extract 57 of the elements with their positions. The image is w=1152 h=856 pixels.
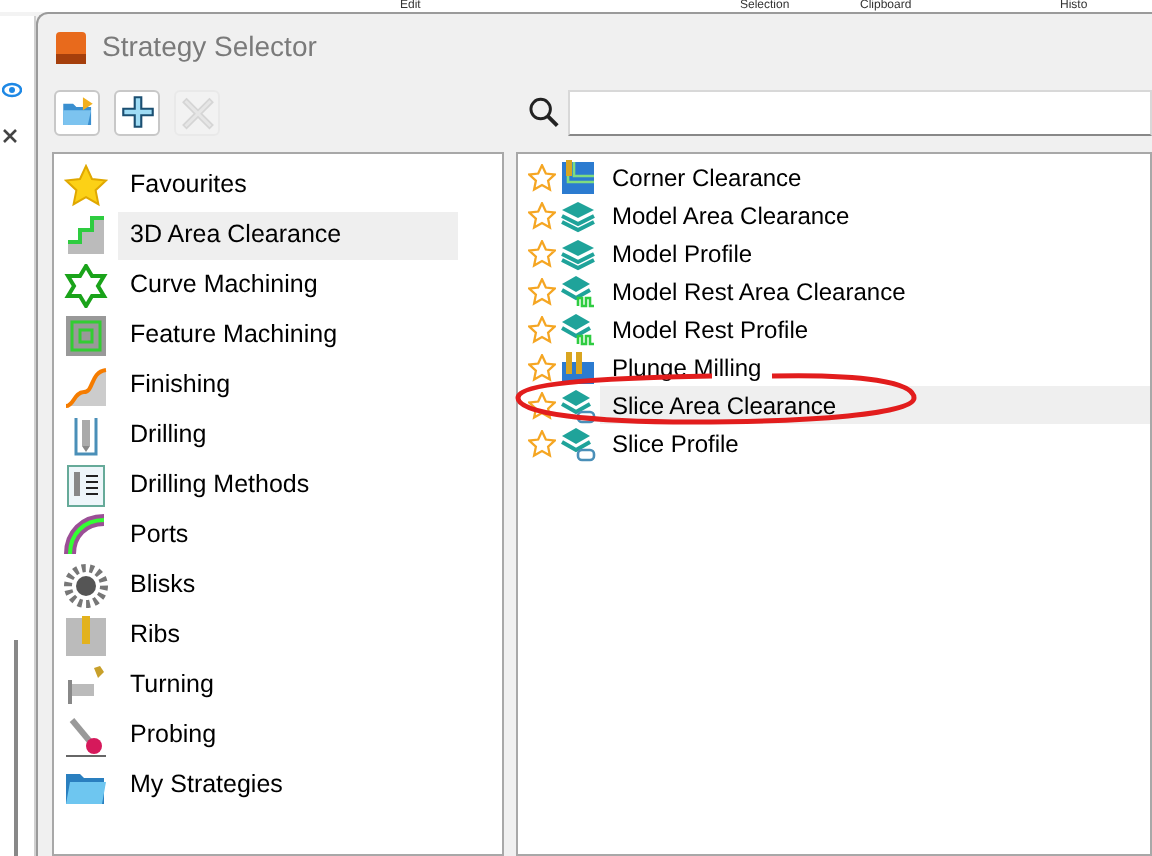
strategy-item[interactable]: Model Rest Area Clearance: [600, 272, 1150, 310]
rib-slot-icon: [64, 613, 108, 657]
square-pocket-icon: [64, 313, 108, 357]
open-button[interactable]: [54, 89, 100, 135]
layers-icon: [560, 197, 596, 233]
cross-icon: [179, 94, 215, 130]
lathe-tool-icon: [64, 663, 108, 707]
layers-icon: [560, 387, 596, 423]
category-item[interactable]: Ribs: [118, 611, 458, 659]
favourite-star-icon[interactable]: [528, 429, 556, 457]
add-button[interactable]: [114, 89, 160, 135]
strategy-item[interactable]: Slice Area Clearance: [600, 386, 1150, 424]
star-outline-icon: [64, 263, 108, 307]
favourite-star-icon[interactable]: [528, 315, 556, 343]
folder-icon: [59, 94, 95, 130]
app-logo-icon: [56, 31, 86, 63]
category-item[interactable]: My Strategies: [118, 761, 458, 809]
scrollbar[interactable]: [14, 640, 18, 856]
pipe-bend-icon: [64, 513, 108, 557]
strategy-item[interactable]: Model Rest Profile: [600, 310, 1150, 348]
layers-icon: [560, 311, 596, 347]
strategy-item[interactable]: Model Profile: [600, 234, 1150, 272]
favourite-star-icon[interactable]: [528, 163, 556, 191]
category-item[interactable]: 3D Area Clearance: [118, 211, 458, 259]
category-item[interactable]: Curve Machining: [118, 261, 458, 309]
drill-list-icon: [64, 463, 108, 507]
favourite-star-icon[interactable]: [528, 391, 556, 419]
layers-icon: [560, 425, 596, 461]
eye-icon[interactable]: [2, 82, 22, 98]
favourite-star-icon[interactable]: [528, 239, 556, 267]
strategy-item[interactable]: Slice Profile: [600, 424, 1150, 462]
star-icon: [64, 163, 108, 207]
category-item[interactable]: Finishing: [118, 361, 458, 409]
category-item[interactable]: Probing: [118, 711, 458, 759]
category-item[interactable]: Drilling Methods: [118, 461, 458, 509]
window-title: Strategy Selector: [102, 28, 317, 66]
favourite-star-icon[interactable]: [528, 201, 556, 229]
close-icon[interactable]: [2, 128, 18, 144]
strategy-item[interactable]: Model Area Clearance: [600, 196, 1150, 234]
layers-icon: [560, 273, 596, 309]
strategy-item[interactable]: Corner Clearance: [600, 158, 1150, 196]
category-item[interactable]: Turning: [118, 661, 458, 709]
plus-icon: [119, 94, 155, 130]
layers-icon: [560, 235, 596, 271]
category-item[interactable]: Blisks: [118, 561, 458, 609]
category-item[interactable]: Favourites: [118, 161, 458, 209]
favourite-star-icon[interactable]: [528, 353, 556, 381]
search-field[interactable]: [567, 89, 1152, 135]
plunge-tool-icon: [560, 349, 596, 385]
category-item[interactable]: Ports: [118, 511, 458, 559]
category-item[interactable]: Drilling: [118, 411, 458, 459]
category-item[interactable]: Feature Machining: [118, 311, 458, 359]
favourite-star-icon[interactable]: [528, 277, 556, 305]
corner-tool-icon: [560, 159, 596, 195]
probe-icon: [64, 713, 108, 757]
search-icon: [528, 96, 560, 128]
gear-icon: [64, 563, 108, 607]
